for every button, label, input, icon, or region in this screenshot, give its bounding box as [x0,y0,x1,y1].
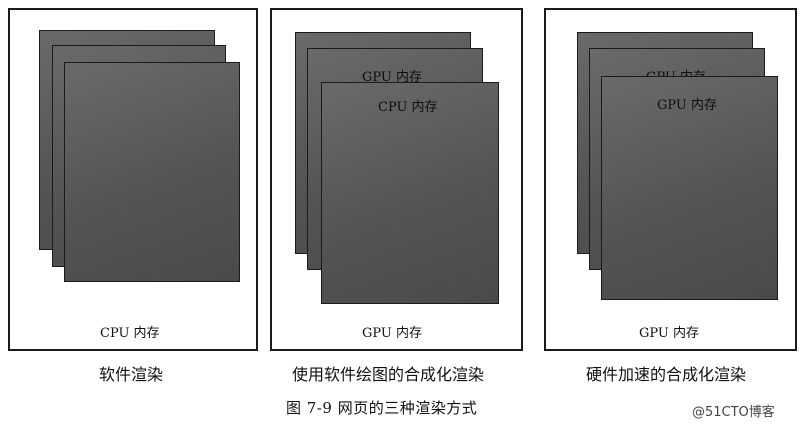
layer-label: CPU 内存 [378,100,438,115]
panel-software-rendering: CPU 内存 [8,8,258,351]
memory-label: GPU 内存 [639,326,699,341]
watermark-text: @51CTO博客 [692,405,775,420]
figure-caption: 图 7-9 网页的三种渲染方式 [286,399,478,417]
memory-label: GPU 内存 [362,326,422,341]
panel-caption-hardware: 硬件加速的合成化渲染 [586,365,747,384]
panel-caption-software: 软件渲染 [99,365,164,384]
layer-label: GPU 内存 [657,98,717,113]
panel-hardware-accelerated: GPU 内存 GPU 内存 GPU 内存 [544,8,797,351]
panel-composited-software: GPU 内存 CPU 内存 GPU 内存 [270,8,523,351]
memory-label: CPU 内存 [100,326,160,341]
layer-3: GPU 内存 [601,76,778,300]
layer-3 [64,62,240,282]
layer-3: CPU 内存 [321,82,499,304]
panel-caption-composited-software: 使用软件绘图的合成化渲染 [292,365,485,384]
